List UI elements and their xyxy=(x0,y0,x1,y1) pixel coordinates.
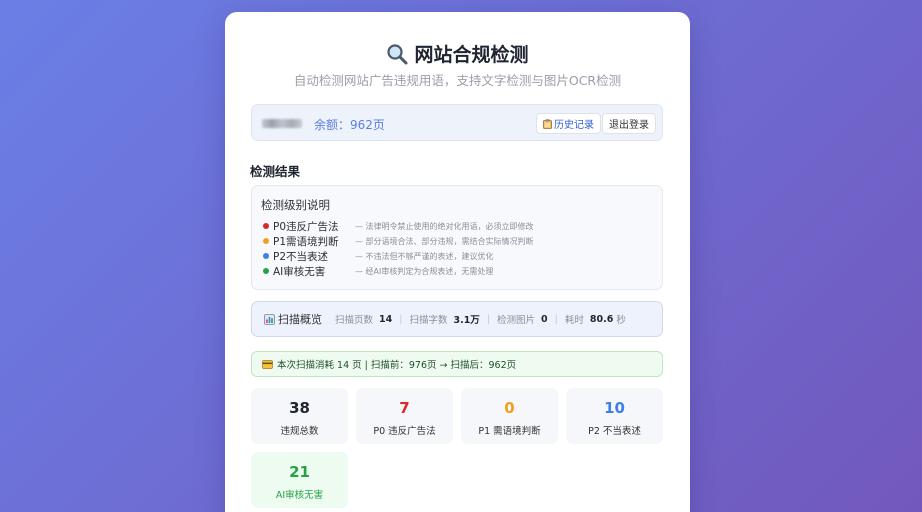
stat-value: 38 xyxy=(289,399,310,417)
legend-item-p0: P0违反广告法 — 法律明令禁止使用的绝对化用语，必须立即修改 xyxy=(262,219,657,234)
stat-value: 7 xyxy=(399,399,410,417)
stat-value: 21 xyxy=(289,463,310,481)
time-unit: 秒 xyxy=(616,315,626,326)
legend-item-p2: P2不当表述 — 不违法但不够严谨的表述，建议优化 xyxy=(262,249,657,264)
legend-item-desc: — 部分语境合法、部分违规，需结合实际情况判断 xyxy=(355,237,534,246)
time-label: 耗时 xyxy=(564,315,584,326)
user-bar: 余额：962页 历史记录 退出登录 xyxy=(251,104,663,141)
orange-dot-icon xyxy=(263,238,269,244)
magnifier-icon xyxy=(387,43,408,64)
stat-p1: 0 P1 需语境判断 xyxy=(461,388,558,444)
scan-overview: 扫描概览 扫描页数 14 | 扫描字数 3.1万 | 检测图片 0 | 耗时 8… xyxy=(251,301,663,337)
stat-label: P0 违反广告法 xyxy=(373,426,436,437)
stat-value: 0 xyxy=(504,399,515,417)
clipboard-icon xyxy=(543,118,552,129)
images-label: 检测图片 xyxy=(497,315,536,326)
consumption-text: 本次扫描消耗 14 页 | 扫描前：976页 → 扫描后：962页 xyxy=(277,360,517,371)
stat-label: P1 需语境判断 xyxy=(478,426,541,437)
separator: | xyxy=(486,313,491,325)
pages-label: 扫描页数 xyxy=(335,315,374,326)
stat-label: 违规总数 xyxy=(280,426,319,437)
chars-value: 3.1万 xyxy=(453,315,480,326)
red-dot-icon xyxy=(263,223,269,229)
stat-ai-harmless: 21 AI审核无害 xyxy=(251,452,348,508)
stat-total: 38 违规总数 xyxy=(251,388,348,444)
level-legend: 检测级别说明 P0违反广告法 — 法律明令禁止使用的绝对化用语，必须立即修改 P… xyxy=(251,185,663,290)
overview-label: 扫描概览 xyxy=(264,311,322,327)
legend-item-ai: AI审核无害 — 经AI审核判定为合规表述，无需处理 xyxy=(262,264,657,279)
images-value: 0 xyxy=(541,313,548,325)
legend-item-name: P1需语境判断 xyxy=(273,236,339,248)
pages-value: 14 xyxy=(379,313,393,325)
separator: | xyxy=(399,313,403,325)
legend-item-name: AI审核无害 xyxy=(273,266,326,278)
legend-item-p1: P1需语境判断 — 部分语境合法、部分违规，需结合实际情况判断 xyxy=(262,234,657,249)
green-dot-icon xyxy=(263,268,269,274)
page-title: 网站合规检测 xyxy=(225,40,690,67)
history-button[interactable]: 历史记录 xyxy=(536,113,601,134)
history-button-label: 历史记录 xyxy=(554,120,594,131)
stat-label: P2 不当表述 xyxy=(588,426,641,437)
overview-label-text: 扫描概览 xyxy=(278,313,322,326)
legend-item-desc: — 不违法但不够严谨的表述，建议优化 xyxy=(355,252,494,261)
stat-p2: 10 P2 不当表述 xyxy=(566,388,663,444)
username-redacted xyxy=(262,119,302,128)
main-card: 网站合规检测 自动检测网站广告违规用语，支持文字检测与图片OCR检测 余额：96… xyxy=(225,12,690,512)
legend-item-name: P2不当表述 xyxy=(273,251,329,263)
logout-button-label: 退出登录 xyxy=(609,120,649,131)
chars-label: 扫描字数 xyxy=(409,315,448,326)
legend-item-desc: — 经AI审核判定为合规表述，无需处理 xyxy=(355,267,494,276)
time-value: 80.6 xyxy=(589,313,614,325)
results-title: 检测结果 xyxy=(250,164,301,179)
logout-button[interactable]: 退出登录 xyxy=(602,113,656,134)
stat-label: AI审核无害 xyxy=(275,490,324,501)
stat-value: 10 xyxy=(604,399,625,417)
page-title-text: 网站合规检测 xyxy=(414,44,529,66)
legend-item-name: P0违反广告法 xyxy=(273,221,339,233)
separator: | xyxy=(554,313,558,325)
card-icon xyxy=(262,359,273,369)
stat-p0: 7 P0 违反广告法 xyxy=(356,388,453,444)
legend-item-desc: — 法律明令禁止使用的绝对化用语，必须立即修改 xyxy=(355,222,534,231)
page-subtitle: 自动检测网站广告违规用语，支持文字检测与图片OCR检测 xyxy=(293,73,622,88)
legend-title: 检测级别说明 xyxy=(261,198,330,212)
consumption-notice: 本次扫描消耗 14 页 | 扫描前：976页 → 扫描后：962页 xyxy=(251,351,663,377)
bar-chart-icon xyxy=(264,313,275,325)
balance-text: 余额：962页 xyxy=(314,118,385,132)
blue-dot-icon xyxy=(263,253,269,259)
